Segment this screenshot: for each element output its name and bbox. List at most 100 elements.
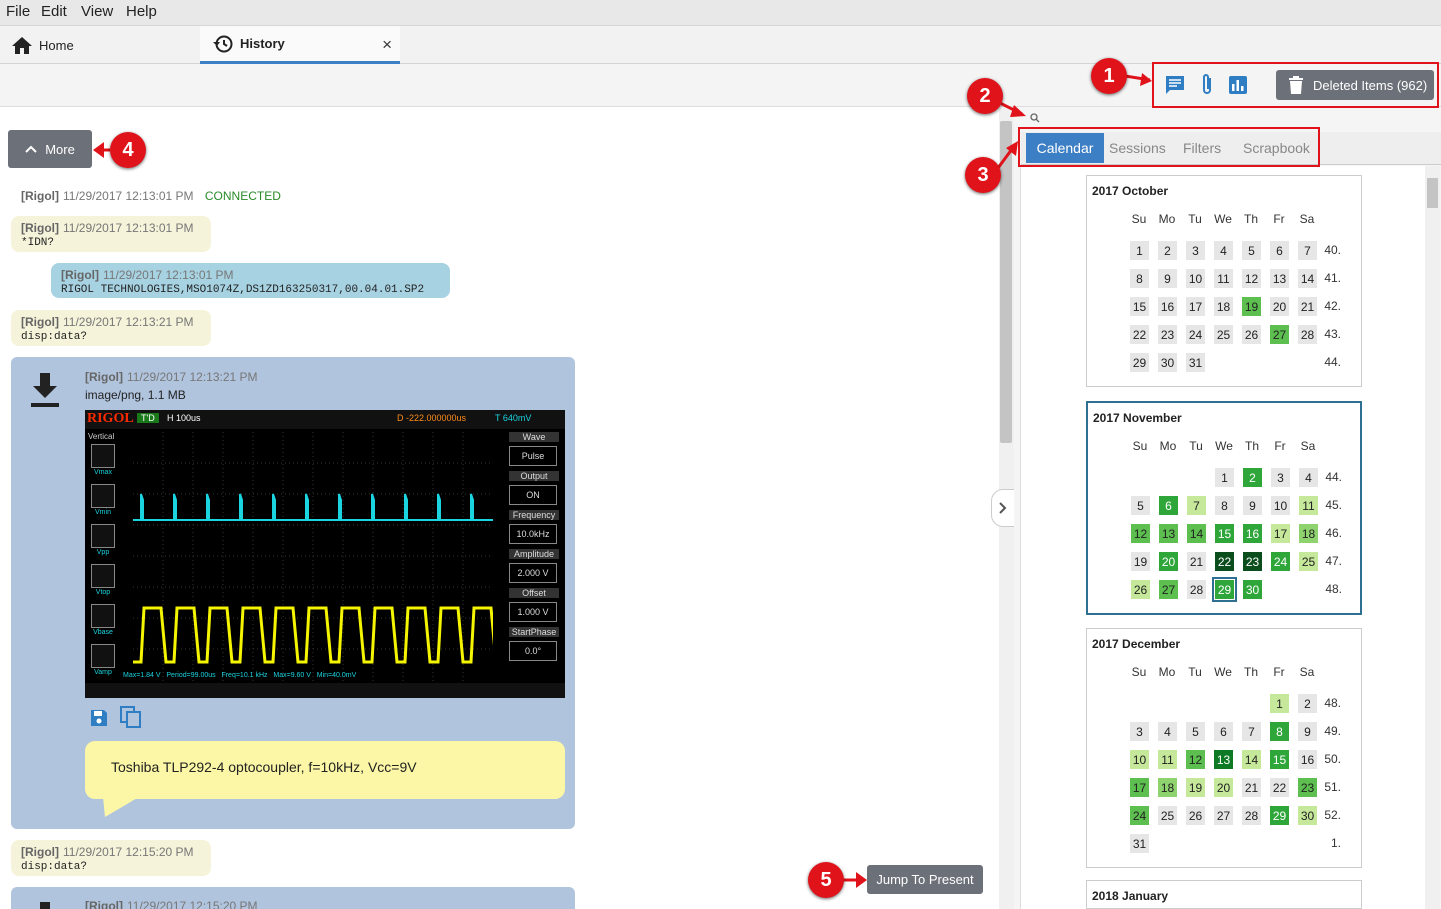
calendar-day[interactable]: 22 (1270, 778, 1289, 797)
calendar-day[interactable]: 28 (1242, 806, 1261, 825)
calendar-day[interactable]: 13 (1270, 269, 1289, 288)
calendar-day[interactable]: 23 (1158, 325, 1177, 344)
calendar-day[interactable]: 17 (1186, 297, 1205, 316)
save-icon[interactable] (90, 709, 108, 727)
calendar-day[interactable]: 29 (1130, 353, 1149, 372)
scope-screenshot[interactable]: RIGOL T'D H 100us D -222.000000us T 640m… (85, 410, 565, 698)
panel-scrollbar[interactable] (1425, 166, 1440, 909)
calendar-day[interactable]: 6 (1159, 496, 1178, 515)
calendar-day[interactable]: 17 (1130, 778, 1149, 797)
calendar-day[interactable]: 9 (1243, 496, 1262, 515)
menu-edit[interactable]: Edit (41, 3, 67, 20)
calendar-day[interactable]: 20 (1159, 552, 1178, 571)
calendar-day[interactable]: 13 (1159, 524, 1178, 543)
calendar-day[interactable]: 24 (1271, 552, 1290, 571)
calendar-day[interactable]: 12 (1131, 524, 1150, 543)
calendar-day[interactable]: 25 (1214, 325, 1233, 344)
copy-icon[interactable] (120, 706, 142, 728)
calendar-day[interactable]: 9 (1158, 269, 1177, 288)
menu-file[interactable]: File (6, 3, 30, 20)
menu-view[interactable]: View (81, 3, 113, 20)
history-log[interactable]: More [Rigol] 11/29/2017 12:13:01 PM CONNE… (0, 107, 999, 909)
calendar-day[interactable]: 4 (1158, 722, 1177, 741)
calendar-day[interactable]: 23 (1243, 552, 1262, 571)
calendar-day[interactable]: 30 (1158, 353, 1177, 372)
calendar-day[interactable]: 29 (1270, 806, 1289, 825)
calendar-day[interactable]: 18 (1158, 778, 1177, 797)
calendar-day[interactable]: 31 (1130, 834, 1149, 853)
calendar-day[interactable]: 12 (1186, 750, 1205, 769)
calendar-day[interactable]: 11 (1158, 750, 1177, 769)
calendar-day[interactable]: 6 (1214, 722, 1233, 741)
log-scrollbar-thumb[interactable] (1000, 121, 1012, 443)
calendar-day[interactable]: 13 (1214, 750, 1233, 769)
scope-measure-icon[interactable] (91, 484, 115, 508)
calendar-day[interactable]: 20 (1214, 778, 1233, 797)
calendar-day[interactable]: 17 (1271, 524, 1290, 543)
calendar-day[interactable]: 3 (1186, 241, 1205, 260)
scope-measure-icon[interactable] (91, 444, 115, 468)
calendar-day[interactable]: 22 (1215, 552, 1234, 571)
calendar-day[interactable]: 8 (1215, 496, 1234, 515)
calendar-day[interactable]: 8 (1270, 722, 1289, 741)
download-icon[interactable] (29, 372, 61, 408)
calendar-day[interactable]: 8 (1130, 269, 1149, 288)
calendar-day[interactable]: 10 (1186, 269, 1205, 288)
calendar-day[interactable]: 31 (1186, 353, 1205, 372)
calendar-day[interactable]: 14 (1242, 750, 1261, 769)
calendar-day[interactable]: 1 (1270, 694, 1289, 713)
calendar-day[interactable]: 29 (1212, 577, 1237, 602)
calendar-day[interactable]: 5 (1131, 496, 1150, 515)
calendar-day[interactable]: 7 (1242, 722, 1261, 741)
calendar-day[interactable]: 27 (1270, 325, 1289, 344)
calendar-day[interactable]: 21 (1187, 552, 1206, 571)
panel-collapse-button[interactable] (991, 489, 1015, 527)
calendar-day[interactable]: 26 (1242, 325, 1261, 344)
calendar-day[interactable]: 30 (1243, 580, 1262, 599)
calendar-day[interactable]: 21 (1242, 778, 1261, 797)
scope-side-value[interactable]: 2.000 V (509, 563, 557, 583)
calendar-day[interactable]: 16 (1243, 524, 1262, 543)
jump-to-present-button[interactable]: Jump To Present (867, 865, 983, 894)
scope-measure-icon[interactable] (91, 604, 115, 628)
calendar-day[interactable]: 5 (1242, 241, 1261, 260)
menu-help[interactable]: Help (126, 3, 157, 20)
calendar-day[interactable]: 20 (1270, 297, 1289, 316)
calendar-day[interactable]: 7 (1187, 496, 1206, 515)
scope-side-value[interactable]: 0.0° (509, 641, 557, 661)
calendar-day[interactable]: 5 (1186, 722, 1205, 741)
calendar-day[interactable]: 18 (1214, 297, 1233, 316)
tab-home[interactable]: Home (0, 26, 200, 64)
tab-close-icon[interactable]: × (382, 35, 392, 55)
attachment-note[interactable]: Toshiba TLP292-4 optocoupler, f=10kHz, V… (85, 741, 565, 799)
calendar-day[interactable]: 4 (1214, 241, 1233, 260)
calendar-day[interactable]: 27 (1214, 806, 1233, 825)
calendar-day[interactable]: 19 (1186, 778, 1205, 797)
calendar-day[interactable]: 15 (1215, 524, 1234, 543)
calendar-day[interactable]: 16 (1158, 297, 1177, 316)
scope-measure-icon[interactable] (91, 524, 115, 548)
panel-scrollbar-thumb[interactable] (1427, 178, 1438, 208)
calendar-day[interactable]: 22 (1130, 325, 1149, 344)
calendar-day[interactable]: 15 (1130, 297, 1149, 316)
scope-side-value[interactable]: 10.0kHz (509, 524, 557, 544)
scope-side-value[interactable]: 1.000 V (509, 602, 557, 622)
calendar-day[interactable]: 19 (1131, 552, 1150, 571)
more-button[interactable]: More (8, 130, 92, 168)
calendar-day[interactable]: 24 (1186, 325, 1205, 344)
calendar-day[interactable]: 12 (1242, 269, 1261, 288)
calendar-day[interactable]: 25 (1158, 806, 1177, 825)
scope-side-value[interactable]: ON (509, 485, 557, 505)
tab-history[interactable]: History × (200, 26, 400, 64)
scope-side-value[interactable]: Pulse (509, 446, 557, 466)
calendar-day[interactable]: 14 (1187, 524, 1206, 543)
calendar-day[interactable]: 6 (1270, 241, 1289, 260)
calendar-day[interactable]: 10 (1271, 496, 1290, 515)
calendar-day[interactable]: 15 (1270, 750, 1289, 769)
calendar-day[interactable]: 19 (1242, 297, 1261, 316)
calendar-day[interactable]: 26 (1186, 806, 1205, 825)
calendar-day[interactable]: 3 (1271, 468, 1290, 487)
calendar-day[interactable]: 10 (1130, 750, 1149, 769)
download-icon[interactable] (29, 901, 61, 909)
calendar-day[interactable]: 1 (1215, 468, 1234, 487)
